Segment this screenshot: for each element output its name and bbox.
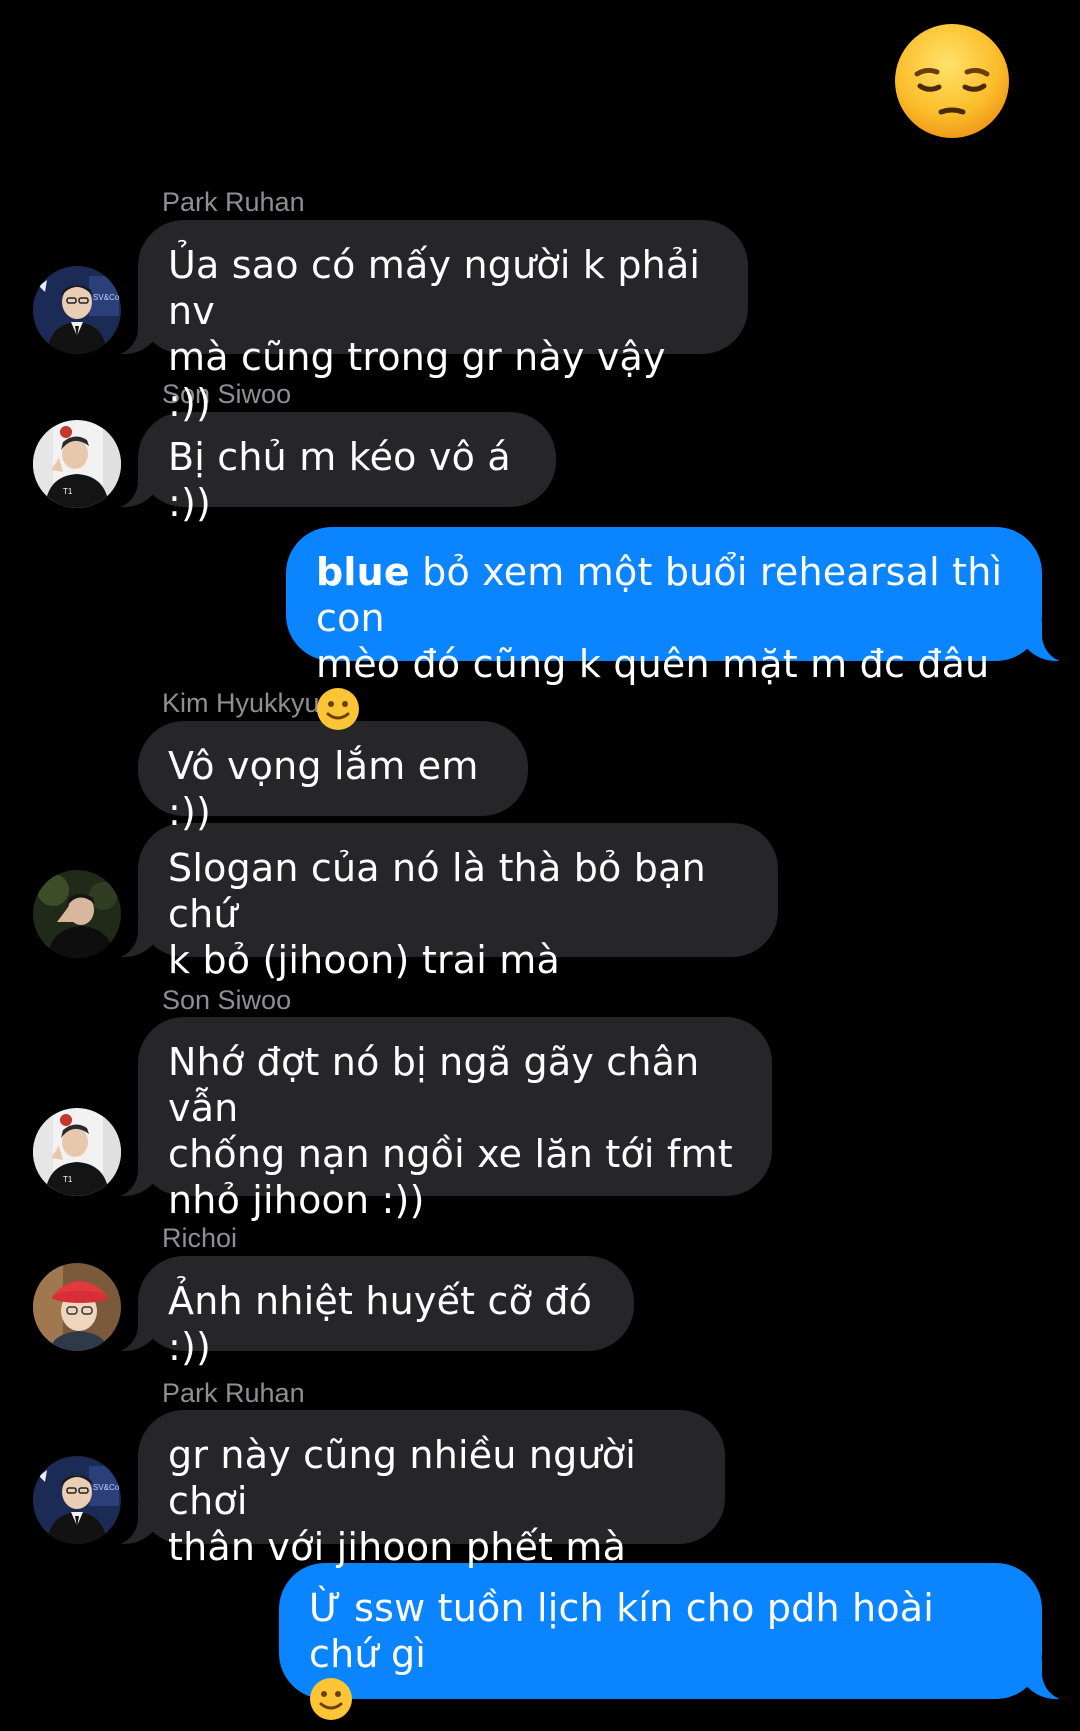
svg-text:T1: T1 xyxy=(63,487,73,496)
message-bubble-outgoing[interactable]: Ừ ssw tuồn lịch kín cho pdh hoài chứ gì xyxy=(279,1563,1078,1720)
message-line: thân với jihoon phết mà xyxy=(168,1525,627,1569)
message-line: mèo đó cũng k quên mặt m đc đâu xyxy=(316,642,990,686)
sender-name: Park Ruhan xyxy=(162,1378,305,1408)
slightly-smiling-face-emoji xyxy=(309,1677,353,1721)
message-line: Ủa sao có mấy người k phải nv xyxy=(168,243,701,333)
avatar-kim-hyukkyu[interactable] xyxy=(33,870,121,958)
pensive-face-emoji xyxy=(893,22,1011,140)
message-bubble[interactable]: Vô vọng lắm em :)) xyxy=(138,721,528,834)
message-bubble[interactable]: Ảnh nhiệt huyết cỡ đó :)) xyxy=(102,1256,634,1369)
message-line: chống nạn ngồi xe lăn tới fmt xyxy=(168,1132,733,1176)
message-line: k bỏ (jihoon) trai mà xyxy=(168,938,560,982)
avatar-park-ruhan[interactable]: SV&Co xyxy=(33,266,121,354)
message-line: Bị chủ m kéo vô á :)) xyxy=(168,435,511,525)
message-line: mà cũng trong gr này vậy :)) xyxy=(168,335,666,425)
message-bubble[interactable]: Bị chủ m kéo vô á :)) xyxy=(102,412,556,525)
message-line: Slogan của nó là thà bỏ bạn chứ xyxy=(168,846,706,936)
avatar-son-siwoo[interactable]: T1 xyxy=(33,420,121,508)
mention[interactable]: blue xyxy=(316,550,410,594)
avatar-son-siwoo[interactable]: T1 xyxy=(33,1108,121,1196)
message-bubble-outgoing[interactable]: blue bỏ xem một buổi rehearsal thì con m… xyxy=(286,527,1078,730)
message-line: Vô vọng lắm em :)) xyxy=(168,744,479,834)
message-line: nhỏ jihoon :)) xyxy=(168,1178,425,1222)
svg-text:SV&Co: SV&Co xyxy=(93,1483,120,1492)
message-bubble[interactable]: gr này cũng nhiều người chơi thân với ji… xyxy=(102,1410,725,1569)
message-line: bỏ xem một buổi rehearsal thì con xyxy=(316,550,1003,640)
message-bubble[interactable]: Ủa sao có mấy người k phải nv mà cũng tr… xyxy=(102,220,748,425)
svg-text:SV&Co: SV&Co xyxy=(93,293,120,302)
message-line: Nhớ đợt nó bị ngã gãy chân vẫn xyxy=(168,1040,700,1130)
svg-text:T1: T1 xyxy=(63,1175,73,1184)
message-line: gr này cũng nhiều người chơi xyxy=(168,1433,636,1523)
sender-name: Kim Hyukkyu xyxy=(162,688,320,718)
avatar-richoi[interactable] xyxy=(33,1263,121,1351)
sender-name: Son Siwoo xyxy=(162,985,292,1015)
avatar-park-ruhan[interactable]: SV&Co xyxy=(33,1456,121,1544)
message-line: Ừ ssw tuồn lịch kín cho pdh hoài chứ gì xyxy=(309,1586,935,1676)
sender-name: Richoi xyxy=(162,1223,238,1253)
message-line: Ảnh nhiệt huyết cỡ đó :)) xyxy=(168,1279,593,1369)
message-bubble[interactable]: Slogan của nó là thà bỏ bạn chứ k bỏ (ji… xyxy=(102,823,778,982)
slightly-smiling-face-emoji xyxy=(316,687,360,731)
sender-name: Park Ruhan xyxy=(162,187,305,217)
message-bubble[interactable]: Nhớ đợt nó bị ngã gãy chân vẫn chống nạn… xyxy=(102,1017,772,1222)
